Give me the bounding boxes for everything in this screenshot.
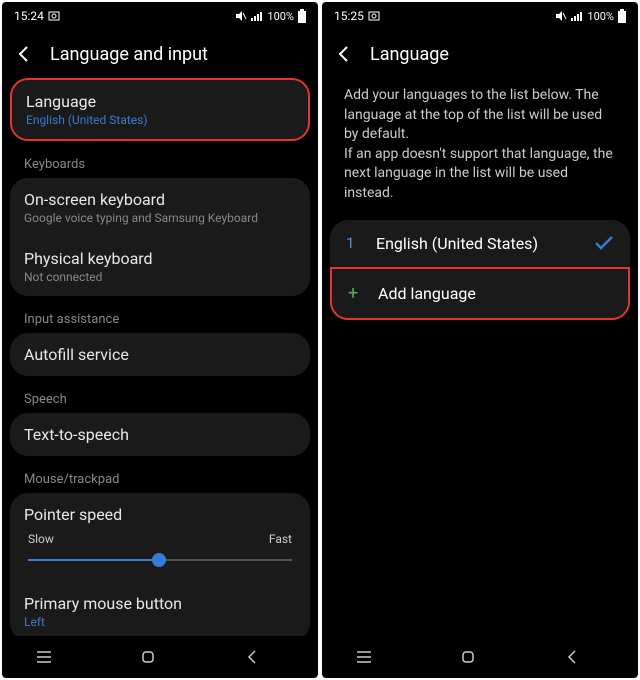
language-description: Add your languages to the list below. Th…: [330, 78, 630, 220]
pointer-slider[interactable]: [24, 550, 296, 570]
settings-list: Language English (United States) Keyboar…: [2, 78, 318, 636]
page-title: Language and input: [50, 44, 208, 65]
back-icon[interactable]: [334, 44, 354, 64]
nav-bar: [2, 636, 318, 678]
phone-left: 15:24 100% Language and input Language: [2, 2, 318, 678]
language-number: 1: [346, 234, 358, 252]
pointer-speed-item[interactable]: Pointer speed Slow Fast: [10, 493, 310, 582]
slider-fill: [28, 559, 159, 561]
nav-bar: [322, 636, 638, 678]
battery-icon: [298, 9, 306, 23]
tts-item[interactable]: Text-to-speech: [10, 413, 310, 456]
page-title: Language: [370, 44, 449, 65]
check-icon: [594, 235, 614, 251]
language-sub: English (United States): [26, 113, 294, 127]
mute-icon: [555, 10, 567, 22]
status-time: 15:25: [334, 9, 364, 23]
primary-mouse-item[interactable]: Primary mouse button Left: [10, 582, 310, 636]
language-list: 1 English (United States) + Add language: [330, 220, 630, 320]
mute-icon: [235, 10, 247, 22]
mouse-group: Pointer speed Slow Fast Primary mouse bu…: [10, 493, 310, 636]
screenshot-icon: [48, 10, 60, 22]
autofill-item[interactable]: Autofill service: [10, 333, 310, 376]
input-assist-group: Autofill service: [10, 333, 310, 376]
speech-section-label: Speech: [10, 382, 310, 413]
page-header: Language and input: [2, 30, 318, 78]
back-icon[interactable]: [14, 44, 34, 64]
tts-title: Text-to-speech: [24, 425, 296, 444]
battery-text: 100%: [267, 10, 294, 23]
physical-title: Physical keyboard: [24, 249, 296, 268]
nav-home[interactable]: [460, 649, 500, 665]
language-title: Language: [26, 92, 294, 111]
plus-icon: +: [348, 283, 360, 304]
add-language-row[interactable]: + Add language: [330, 267, 630, 320]
status-time: 15:24: [14, 9, 44, 23]
nav-home[interactable]: [140, 649, 180, 665]
add-language-label: Add language: [378, 284, 476, 303]
page-header: Language: [322, 30, 638, 78]
phone-right: 15:25 100% Language Add your languages t…: [322, 2, 638, 678]
screenshot-icon: [368, 10, 380, 22]
battery-text: 100%: [587, 10, 614, 23]
status-bar: 15:24 100%: [2, 2, 318, 30]
signal-icon: [571, 11, 583, 21]
onscreen-title: On-screen keyboard: [24, 190, 296, 209]
slider-thumb[interactable]: [152, 553, 166, 567]
mouse-section-label: Mouse/trackpad: [10, 462, 310, 493]
nav-recents[interactable]: [35, 650, 75, 664]
onscreen-sub: Google voice typing and Samsung Keyboard: [24, 211, 296, 225]
onscreen-keyboard-item[interactable]: On-screen keyboard Google voice typing a…: [10, 178, 310, 237]
input-assist-section-label: Input assistance: [10, 302, 310, 333]
primary-mouse-title: Primary mouse button: [24, 594, 296, 613]
slider-fast-label: Fast: [269, 532, 292, 546]
physical-keyboard-item[interactable]: Physical keyboard Not connected: [10, 237, 310, 296]
pointer-title: Pointer speed: [24, 505, 296, 524]
speech-group: Text-to-speech: [10, 413, 310, 456]
language-item[interactable]: Language English (United States): [10, 78, 310, 141]
language-content: Add your languages to the list below. Th…: [322, 78, 638, 636]
nav-back[interactable]: [245, 649, 285, 665]
keyboards-group: On-screen keyboard Google voice typing a…: [10, 178, 310, 296]
status-bar: 15:25 100%: [322, 2, 638, 30]
battery-icon: [618, 9, 626, 23]
physical-sub: Not connected: [24, 270, 296, 284]
language-name: English (United States): [376, 234, 538, 253]
language-row[interactable]: 1 English (United States): [330, 220, 630, 267]
signal-icon: [251, 11, 263, 21]
nav-back[interactable]: [565, 649, 605, 665]
primary-mouse-sub: Left: [24, 615, 296, 629]
slider-slow-label: Slow: [28, 532, 54, 546]
keyboards-section-label: Keyboards: [10, 147, 310, 178]
autofill-title: Autofill service: [24, 345, 296, 364]
nav-recents[interactable]: [355, 650, 395, 664]
